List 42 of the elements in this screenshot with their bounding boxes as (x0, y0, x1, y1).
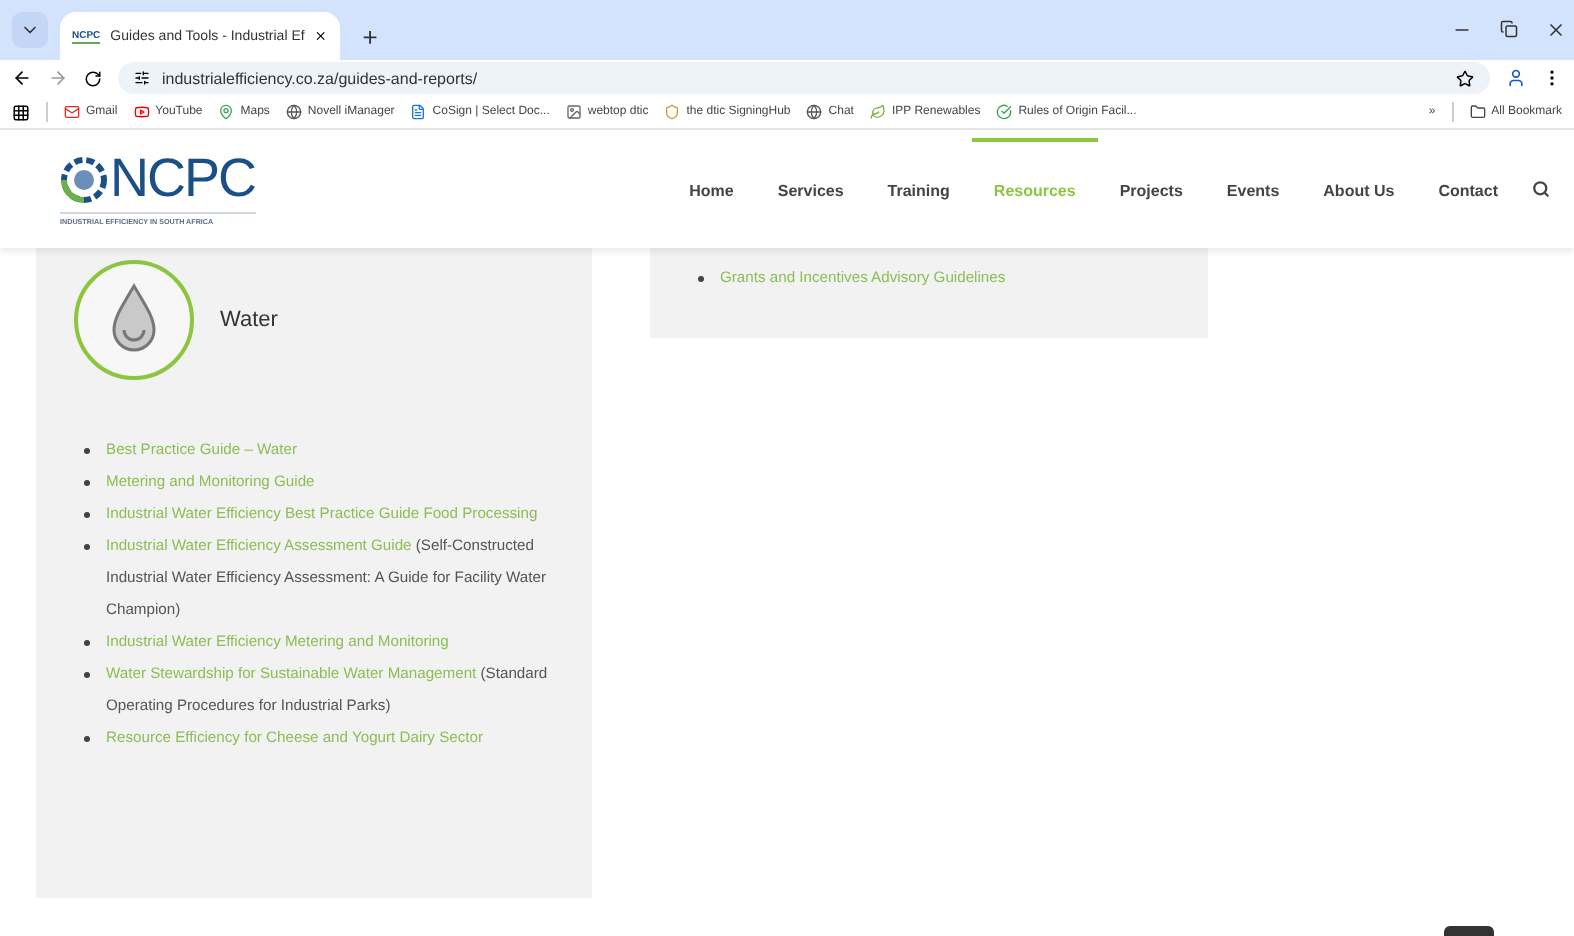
bookmark-icon (410, 104, 427, 120)
reload-icon[interactable] (84, 69, 102, 87)
search-icon[interactable] (1532, 180, 1550, 198)
back-icon[interactable] (12, 68, 32, 88)
nav-link[interactable]: Projects (1097, 138, 1205, 240)
forward-icon[interactable] (48, 68, 68, 88)
bookmark-icon (133, 104, 150, 120)
close-icon[interactable] (314, 28, 328, 44)
close-icon[interactable] (1546, 20, 1566, 40)
list-bullet (84, 544, 90, 550)
list-bullet (84, 512, 90, 518)
list-bullet (84, 736, 90, 742)
gear-globe-icon (60, 155, 108, 203)
list-bullet (84, 640, 90, 646)
bookmark-icon (64, 104, 80, 120)
bookmark-icon (218, 104, 235, 120)
list-bullet (84, 448, 90, 454)
nav-link[interactable]: About Us (1301, 138, 1417, 240)
bookmark-icon (806, 104, 823, 120)
bookmark-icon (664, 104, 681, 120)
nav-link[interactable]: Home (667, 138, 756, 240)
category-title: Water (220, 308, 278, 332)
profile-icon[interactable] (1506, 68, 1526, 88)
list-bullet (698, 276, 704, 282)
nav-link[interactable]: Training (865, 138, 972, 240)
nav-link[interactable]: Events (1204, 138, 1302, 240)
restore-icon[interactable] (1500, 20, 1518, 38)
folder-icon (1469, 104, 1486, 120)
nav-link[interactable]: Services (755, 138, 866, 240)
bookmark-icon (869, 104, 886, 120)
address-bar[interactable]: industrialefficiency.co.za/guides-and-reports/ (118, 62, 1490, 94)
new-tab-button[interactable]: + (352, 18, 388, 54)
nav-link[interactable]: Contact (1416, 138, 1520, 240)
apps-icon[interactable] (12, 103, 30, 121)
list-bullet (84, 672, 90, 678)
bookmark-icon (565, 104, 582, 120)
list-bullet (84, 480, 90, 486)
site-settings-icon[interactable] (134, 70, 150, 86)
star-icon[interactable] (1456, 69, 1474, 87)
water-drop-icon (72, 258, 196, 382)
bookmark-icon (285, 104, 302, 120)
bookmark-icon (996, 104, 1013, 120)
